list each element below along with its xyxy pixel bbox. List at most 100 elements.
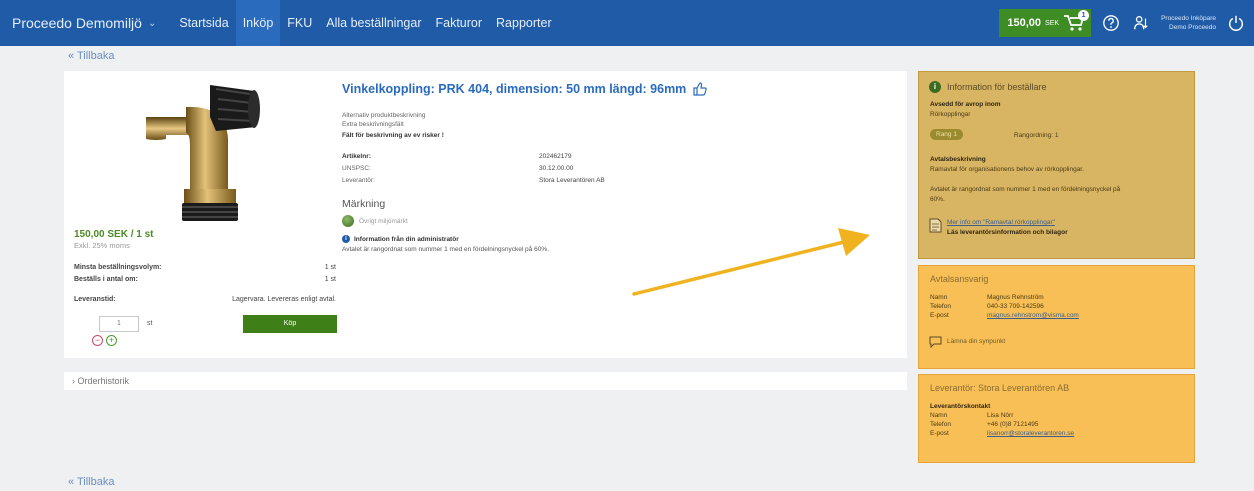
product-title-row: Vinkelkoppling: PRK 404, dimension: 50 m… [342,81,708,97]
supplier-contact-label: Leverantörskontakt [930,403,991,410]
row-label: E-post [930,312,949,319]
chat-icon [929,336,942,348]
order-multiple-label: Beställs i antal om: [74,276,138,283]
eco-label-text: Övrigt miljömärkt [359,217,408,225]
rank-badge: Rang 1 [930,129,963,140]
environment-selector[interactable]: Proceedo Demomiljö ⌄ [0,15,156,31]
min-order-label: Minsta beställningsvolym: [74,264,162,271]
help-icon[interactable] [1101,13,1121,33]
order-history-toggle[interactable]: › Orderhistorik [64,372,907,390]
chevron-down-icon: ⌄ [147,17,157,29]
document-icon [929,218,942,233]
responsible-row: Namn Magnus Rehnström [930,294,1044,301]
feedback-link[interactable]: Lämna din synpunkt [947,338,1005,345]
responsible-row: Telefon 040-33 709-142596 [930,303,1044,310]
order-history-label: Orderhistorik [77,376,130,386]
nav-startsida[interactable]: Startsida [172,0,235,46]
product-price: 150,00 SEK / 1 st [74,229,154,240]
supplier-row: Namn Lisa Nörr [930,412,1013,419]
delivery-row: Leveranstid: Lagervara. Levereras enligt… [74,296,336,303]
vat-note: Exkl. 25% moms [74,241,130,250]
attribute-label: Leverantör: [342,177,375,184]
chevron-right-icon: › [72,376,75,386]
agreement-description-text: Ramavtal för organisationens behov av rö… [930,166,1084,173]
rank-text-line1: Avtalet är rangordnat som nummer 1 med e… [930,186,1121,193]
buyer-info-title: Information för beställare [947,82,1047,92]
buyer-info-panel: i Information för beställare Avsedd för … [918,71,1195,259]
attribute-label: Artikelnr: [342,153,371,160]
row-label: Telefon [930,421,951,428]
row-label: Namn [930,412,948,419]
main-nav: Startsida Inköp FKU Alla beställningar F… [172,0,558,46]
supplier-row: Telefon +46 (0)8 7121495 [930,421,1039,428]
supplier-row: E-post lisanorr@storaleverantoren.se [930,430,1074,437]
nav-rapporter[interactable]: Rapporter [489,0,559,46]
email-link[interactable]: lisanorr@storaleverantoren.se [987,430,1074,437]
cart-amount: 150,00 [1007,17,1042,29]
row-value: +46 (0)8 7121495 [987,421,1039,428]
buy-button[interactable]: Köp [243,315,337,333]
cart-icon: 1 [1063,10,1090,32]
back-link-label: Tillbaka [76,50,115,62]
row-label: Telefon [930,303,951,310]
ranking-text: Rangordning: 1 [1014,132,1059,139]
back-link-label: Tillbaka [76,476,115,488]
rank-text-line2: 60%. [930,196,945,203]
user-role: Proceedo Inköpare [1161,15,1216,22]
info-icon: i [929,81,941,93]
more-info-subtext: Läs leverantörsinformation och bilagor [947,229,1068,236]
quantity-input[interactable]: 1 [99,316,139,332]
back-link-bottom[interactable]: « Tillbaka [68,476,114,488]
alt-description: Alternativ produktbeskrivning [342,112,426,119]
agreement-description-label: Avtalsbeskrivning [930,156,986,163]
row-label: Namn [930,294,948,301]
nav-inkop[interactable]: Inköp [235,0,281,46]
agreement-scope-value: Rörkopplingar [930,111,971,118]
product-title: Vinkelkoppling: PRK 404, dimension: 50 m… [342,82,687,96]
row-value: Lisa Nörr [987,412,1014,419]
min-order-value: 1 st [324,264,336,271]
thumbs-up-icon[interactable] [692,81,708,97]
agreement-scope-label: Avsedd för avrop inom [930,101,1001,108]
decrease-quantity-button[interactable]: − [92,335,103,346]
attribute-value: 202462179 [539,153,572,160]
marking-heading: Märkning [342,198,386,210]
row-value: 040-33 709-142596 [987,303,1044,310]
supplier-title: Leverantör: Stora Leverantören AB [930,383,1070,393]
email-link[interactable]: magnus.rehnstrom@visma.com [987,312,1079,319]
responsible-title: Avtalsansvarig [930,274,989,284]
more-info-label: Mer info om "Ramavtal rörkopplingar" [947,219,1055,226]
user-switch-icon[interactable] [1131,13,1151,33]
agreement-responsible-panel: Avtalsansvarig Namn Magnus Rehnström Tele… [918,265,1195,369]
attribute-row: Artikelnr: 202462179 [342,153,612,160]
admin-info-text: Avtalet är rangordnat som nummer 1 med e… [342,246,549,253]
back-link-top[interactable]: « Tillbaka [68,50,114,62]
nav-fakturor[interactable]: Fakturor [428,0,489,46]
cart-button[interactable]: 150,00 SEK 1 [999,9,1092,37]
quantity-unit: st [147,320,153,327]
row-value: Magnus Rehnström [987,294,1044,301]
more-info-link[interactable]: Mer info om "Ramavtal rörkopplingar" [947,219,1055,226]
order-multiple-row: Beställs i antal om: 1 st [74,276,336,283]
attribute-row: UNSPSC: 30.12.00.00 [342,165,612,172]
extra-description: Extra beskrivningsfält [342,121,404,128]
attribute-row: Leverantör: Stora Leverantören AB [342,177,612,184]
nav-fku[interactable]: FKU [280,0,319,46]
risk-description: Fält för beskrivning av ev risker ! [342,132,444,139]
supplier-panel: Leverantör: Stora Leverantören AB Levera… [918,374,1195,463]
increase-quantity-button[interactable]: + [106,335,117,346]
product-image [146,85,260,221]
delivery-value: Lagervara. Levereras enligt avtal. [232,296,336,303]
user-info[interactable]: Proceedo Inköpare Demo Proceedo [1161,14,1216,32]
responsible-row: E-post magnus.rehnstrom@visma.com [930,312,1079,319]
admin-info-row: i Information från din administratör [342,235,459,243]
row-label: E-post [930,430,949,437]
attribute-label: UNSPSC: [342,165,371,172]
eco-label-icon [342,215,354,227]
nav-alla-bestallningar[interactable]: Alla beställningar [319,0,428,46]
annotation-arrow [632,228,870,296]
cart-currency: SEK [1045,19,1060,27]
admin-info-title: Information från din administratör [354,235,459,243]
logout-icon[interactable] [1226,13,1246,33]
top-navigation-bar: Proceedo Demomiljö ⌄ Startsida Inköp FKU… [0,0,1254,46]
